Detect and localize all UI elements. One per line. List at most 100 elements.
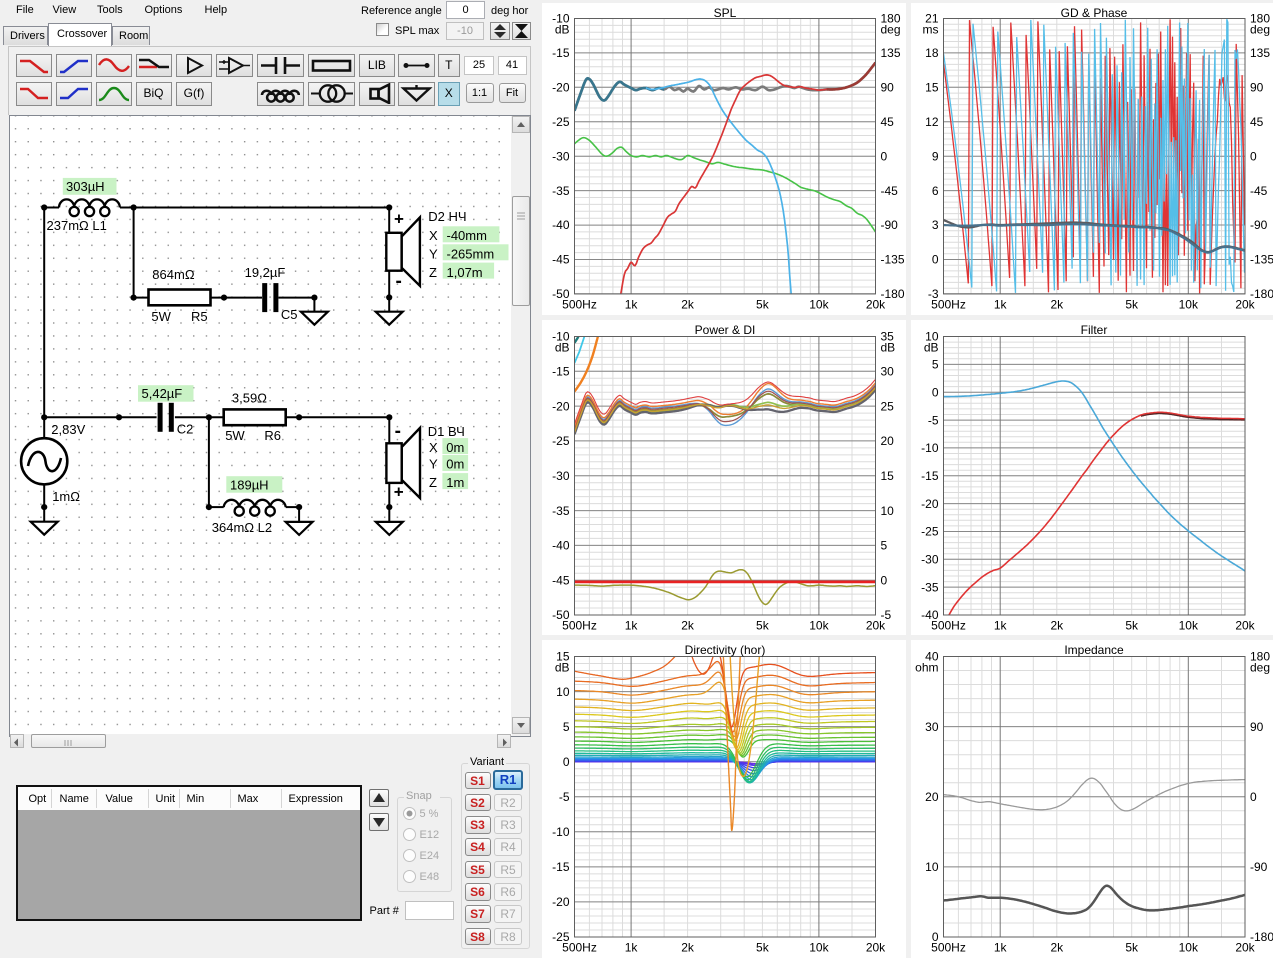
svg-text:-10: -10 [921,441,939,455]
svg-text:-25: -25 [921,525,939,539]
svg-text:-30: -30 [921,553,939,567]
svg-text:45: 45 [1250,115,1264,129]
svg-text:Filter: Filter [1081,323,1108,337]
svg-text:0: 0 [881,573,888,587]
svg-text:-35: -35 [552,504,570,518]
svg-text:1k: 1k [625,297,639,311]
svg-text:2,83V: 2,83V [51,422,85,437]
svg-text:+: + [394,210,404,229]
svg-text:500Hz: 500Hz [931,297,966,311]
svg-text:90: 90 [1250,81,1264,95]
svg-text:5k: 5k [1125,941,1139,955]
svg-text:dB: dB [555,661,570,675]
svg-text:20k: 20k [1235,619,1255,633]
svg-text:1k: 1k [994,619,1008,633]
svg-text:45: 45 [881,115,895,129]
svg-text:364mΩ L2: 364mΩ L2 [212,520,272,535]
svg-text:-15: -15 [552,860,570,874]
svg-text:10k: 10k [809,619,829,633]
svg-text:10: 10 [556,685,570,699]
svg-text:0: 0 [881,149,888,163]
svg-text:500Hz: 500Hz [562,941,597,955]
svg-text:5,42µF: 5,42µF [142,386,183,401]
svg-text:10: 10 [881,504,895,518]
svg-text:189µH: 189µH [230,478,269,493]
svg-text:dB: dB [555,23,570,37]
svg-text:-20: -20 [921,497,939,511]
svg-text:15: 15 [881,469,895,483]
svg-text:0: 0 [932,385,939,399]
svg-text:-45: -45 [1250,184,1268,198]
svg-text:5: 5 [932,358,939,372]
svg-text:2k: 2k [1050,941,1064,955]
svg-text:-5: -5 [559,790,570,804]
svg-text:-40mm: -40mm [447,228,487,243]
svg-text:-90: -90 [1250,218,1268,232]
svg-text:Directivity (hor): Directivity (hor) [685,643,766,657]
svg-text:0: 0 [563,755,570,769]
svg-text:2k: 2k [681,619,695,633]
svg-text:0m: 0m [446,440,464,455]
svg-text:20k: 20k [1235,297,1255,311]
svg-text:5k: 5k [1125,297,1139,311]
svg-text:-20: -20 [552,81,570,95]
svg-text:0: 0 [1250,149,1257,163]
svg-text:15: 15 [925,81,939,95]
svg-text:-5: -5 [928,413,939,427]
svg-text:-135: -135 [1250,253,1273,267]
svg-text:-265mm: -265mm [447,247,495,262]
svg-text:D1 ВЧ: D1 ВЧ [428,424,465,439]
svg-text:-90: -90 [881,218,899,232]
svg-text:135: 135 [1250,46,1270,60]
svg-text:1k: 1k [994,941,1008,955]
svg-text:deg: deg [881,23,901,37]
svg-text:-20: -20 [552,895,570,909]
svg-text:-15: -15 [552,46,570,60]
svg-text:R6: R6 [264,428,281,443]
svg-text:10k: 10k [809,941,829,955]
svg-text:Z: Z [429,265,437,280]
svg-text:-135: -135 [881,253,905,267]
svg-text:10k: 10k [1179,619,1199,633]
svg-text:135: 135 [881,46,901,60]
svg-text:0m: 0m [446,457,464,472]
svg-text:-35: -35 [552,184,570,198]
svg-text:Z: Z [429,475,437,490]
svg-text:1,07m: 1,07m [447,265,483,280]
svg-text:3: 3 [932,218,939,232]
svg-text:1k: 1k [625,619,639,633]
svg-text:Y: Y [429,247,438,262]
svg-text:90: 90 [881,81,895,95]
svg-text:-40: -40 [552,539,570,553]
svg-text:20k: 20k [866,297,886,311]
svg-text:5: 5 [563,720,570,734]
svg-text:10k: 10k [809,297,829,311]
svg-text:-90: -90 [1250,860,1268,874]
svg-text:20: 20 [925,790,939,804]
svg-text:10: 10 [925,860,939,874]
svg-text:X: X [429,440,438,455]
svg-text:10k: 10k [1179,297,1199,311]
svg-text:-10: -10 [552,825,570,839]
svg-text:20k: 20k [866,941,886,955]
svg-text:303µH: 303µH [66,179,105,194]
svg-text:19,2µF: 19,2µF [245,265,286,280]
svg-text:X: X [429,228,438,243]
svg-text:-45: -45 [552,573,570,587]
svg-text:12: 12 [925,115,939,129]
svg-text:5: 5 [881,539,888,553]
svg-text:30: 30 [925,720,939,734]
svg-text:5k: 5k [1125,619,1139,633]
svg-text:-25: -25 [552,434,570,448]
svg-text:-15: -15 [921,469,939,483]
svg-text:5k: 5k [756,941,770,955]
svg-text:-: - [396,271,402,292]
svg-text:C2: C2 [177,422,194,437]
svg-text:20: 20 [881,434,895,448]
svg-text:500Hz: 500Hz [931,619,966,633]
svg-text:SPL: SPL [714,6,737,20]
svg-text:C5: C5 [281,307,298,322]
svg-text:500Hz: 500Hz [562,297,597,311]
svg-text:0: 0 [932,253,939,267]
svg-text:20k: 20k [1235,941,1255,955]
